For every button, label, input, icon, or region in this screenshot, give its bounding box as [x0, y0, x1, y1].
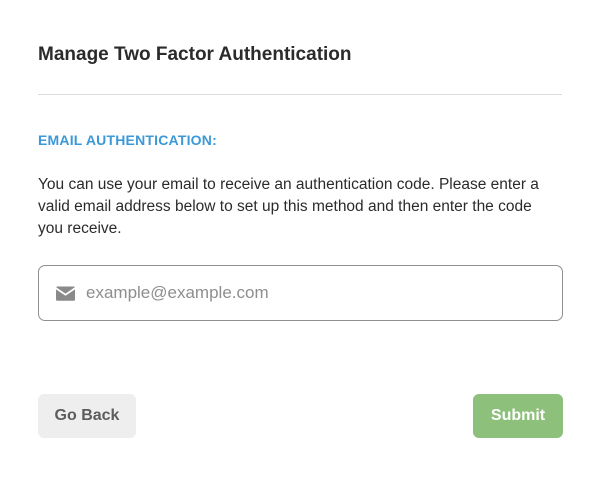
submit-button[interactable]: Submit	[473, 394, 563, 438]
modal-header: Manage Two Factor Authentication	[38, 0, 562, 95]
modal-title: Manage Two Factor Authentication	[38, 44, 352, 65]
two-factor-modal: Manage Two Factor Authentication EMAIL A…	[0, 0, 600, 492]
email-input[interactable]	[86, 266, 562, 320]
section-label: EMAIL AUTHENTICATION:	[38, 132, 217, 148]
envelope-icon	[56, 286, 75, 301]
section-description: You can use your email to receive an aut…	[38, 176, 539, 237]
email-field[interactable]	[38, 265, 563, 321]
go-back-button[interactable]: Go Back	[38, 394, 136, 438]
